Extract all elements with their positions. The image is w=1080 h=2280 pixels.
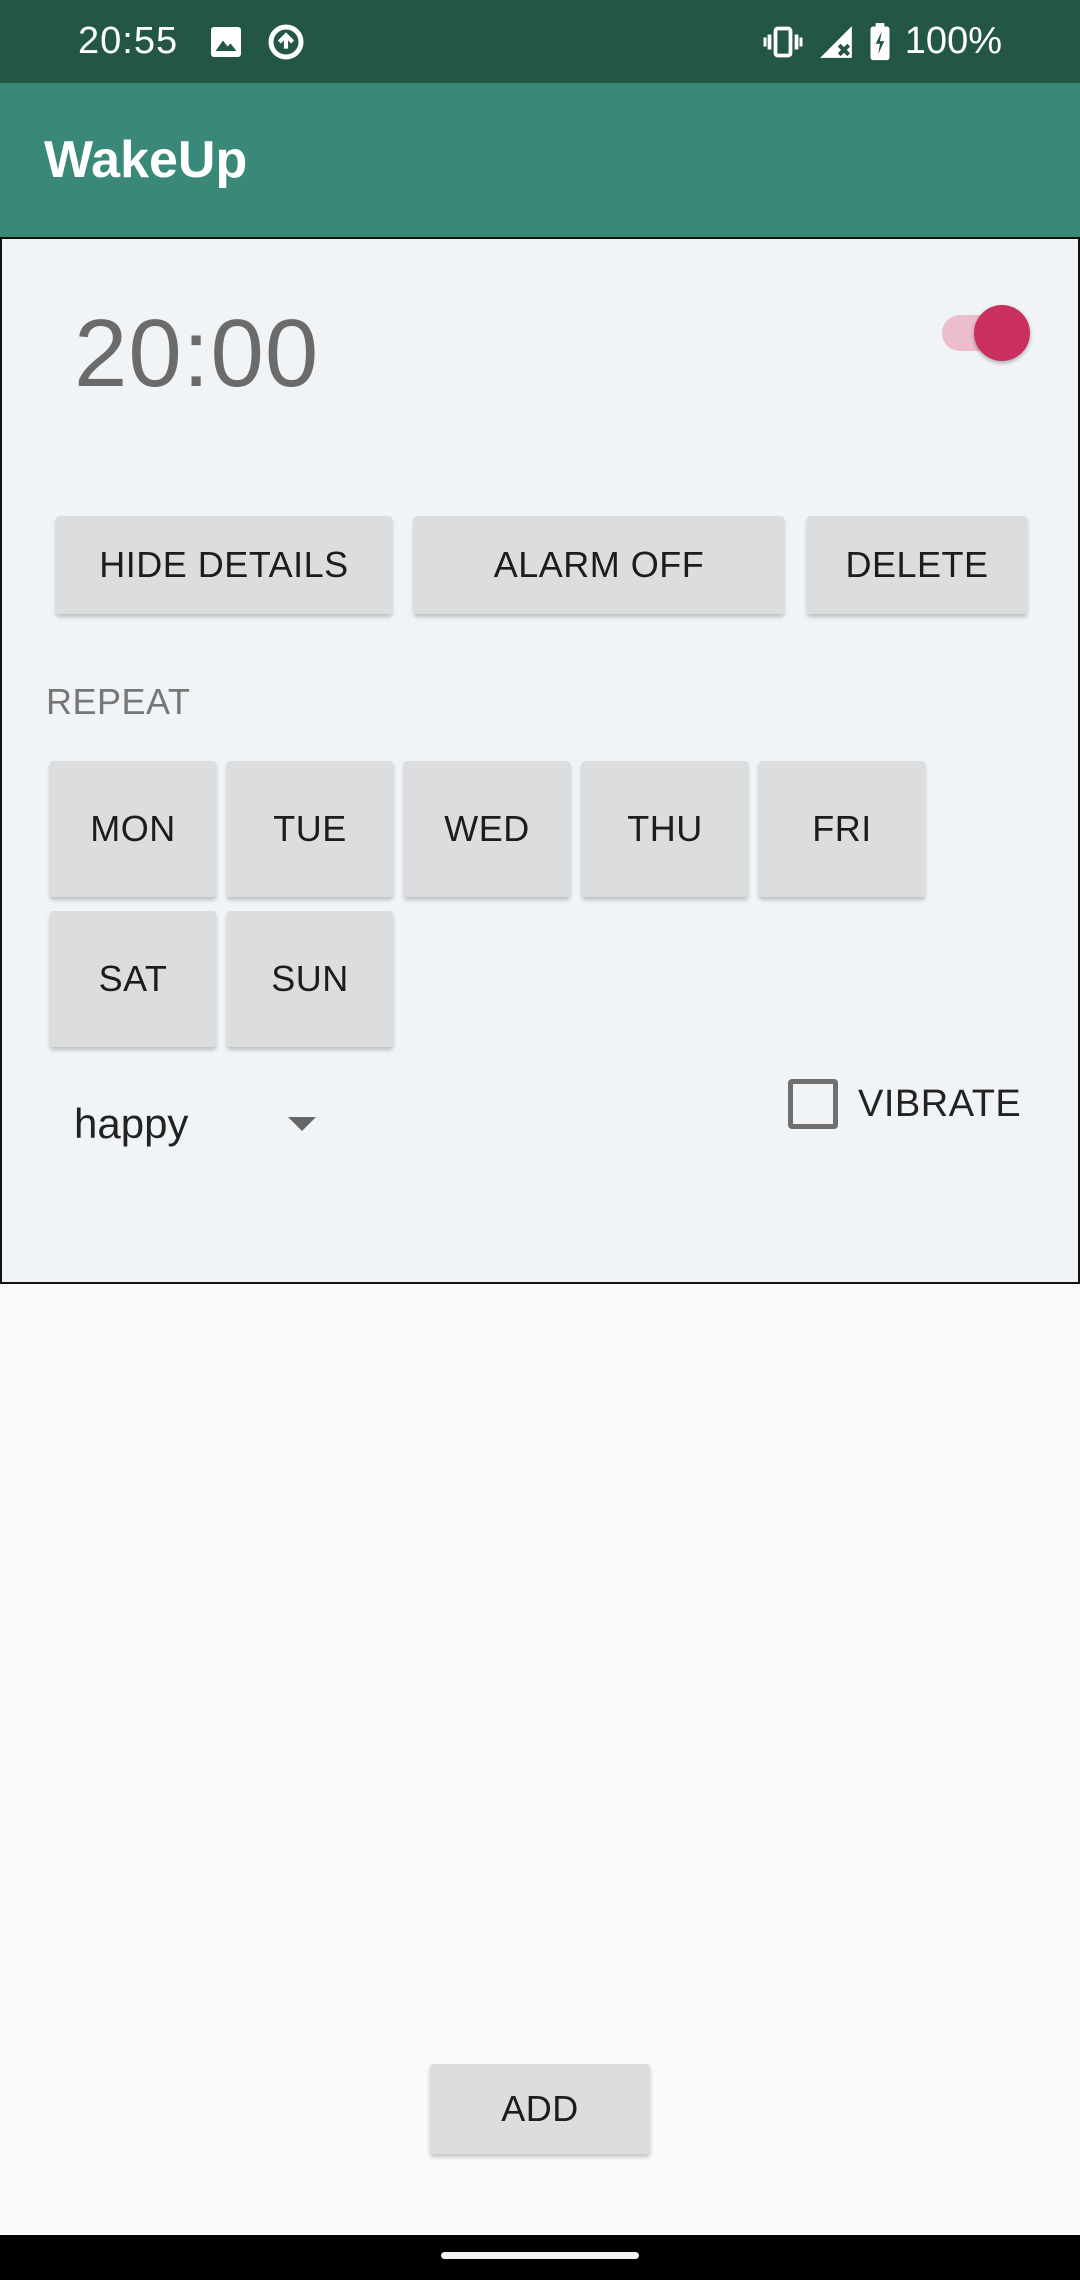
alarm-time[interactable]: 20:00 [74, 299, 319, 409]
battery-percent: 100% [904, 20, 1002, 62]
delete-button[interactable]: DELETE [807, 516, 1027, 614]
vibrate-icon [763, 24, 803, 60]
alarm-enabled-switch[interactable] [942, 299, 1030, 367]
add-alarm-button[interactable]: ADD [430, 2064, 650, 2154]
switch-thumb [974, 305, 1030, 361]
app-title: WakeUp [44, 131, 248, 189]
vibrate-checkbox[interactable] [788, 1079, 838, 1129]
day-button-sat[interactable]: SAT [50, 911, 216, 1047]
day-button-tue[interactable]: TUE [227, 761, 393, 897]
data-saver-icon [266, 22, 306, 62]
image-icon [208, 24, 244, 60]
day-button-mon[interactable]: MON [50, 761, 216, 897]
vibrate-checkbox-row[interactable]: VIBRATE [788, 1074, 1021, 1134]
status-time: 20:55 [78, 20, 179, 62]
day-button-wed[interactable]: WED [404, 761, 570, 897]
day-button-thu[interactable]: THU [582, 761, 748, 897]
repeat-label: REPEAT [46, 681, 191, 722]
ringtone-spinner[interactable]: happy [74, 1089, 334, 1159]
day-button-sun[interactable]: SUN [227, 911, 393, 1047]
day-button-fri[interactable]: FRI [759, 761, 925, 897]
dropdown-arrow-icon [288, 1117, 316, 1131]
hide-details-button[interactable]: HIDE DETAILS [56, 516, 392, 614]
home-gesture-handle[interactable] [441, 2252, 639, 2259]
navigation-bar [0, 2235, 1080, 2280]
alarm-off-button[interactable]: ALARM OFF [414, 516, 784, 614]
vibrate-label: VIBRATE [858, 1082, 1022, 1125]
ringtone-value: happy [74, 1100, 189, 1147]
app-bar: WakeUp [0, 83, 1080, 237]
no-signal-icon [817, 23, 855, 61]
battery-charging-icon [869, 22, 891, 61]
status-bar: 20:55 100% [0, 0, 1080, 83]
alarm-card: 20:00 HIDE DETAILS ALARM OFF DELETE REPE… [0, 237, 1080, 1284]
